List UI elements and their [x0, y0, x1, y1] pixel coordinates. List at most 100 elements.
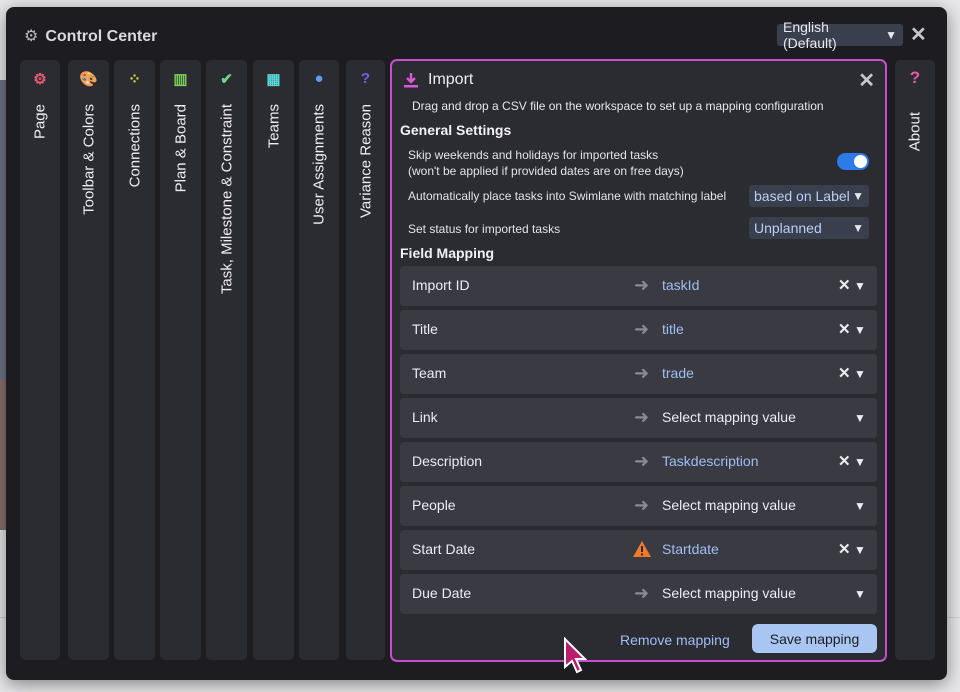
status-label: Set status for imported tasks: [408, 222, 561, 236]
mapping-row[interactable]: Title ➜ title ✕ ▼: [400, 310, 877, 350]
status-value: Unplanned: [754, 220, 822, 236]
swimlane-value: based on Label: [754, 188, 850, 204]
swimlane-label: Automatically place tasks into Swimlane …: [408, 189, 727, 203]
user-icon: ●: [314, 70, 324, 87]
mapping-row[interactable]: Start Date Startdate ✕ ▼: [400, 530, 877, 570]
tab-label: Variance Reason: [357, 104, 374, 218]
chevron-down-icon: ▼: [885, 28, 897, 42]
mapping-field-name: Link: [412, 409, 438, 425]
chevron-down-icon[interactable]: ▼: [854, 540, 866, 560]
skip-weekends-toggle[interactable]: [837, 153, 869, 170]
mapping-field-name: Due Date: [412, 585, 472, 601]
mapping-row[interactable]: People ➜ Select mapping value ▼: [400, 486, 877, 526]
clear-mapping-icon[interactable]: ✕: [838, 452, 851, 470]
tab-label: Connections: [126, 104, 143, 188]
tab-user-assignments[interactable]: ● User Assignments: [299, 60, 339, 660]
download-icon: [404, 73, 418, 88]
skip-weekends-label: Skip weekends and holidays for imported …: [408, 147, 684, 179]
chevron-down-icon[interactable]: ▼: [854, 408, 866, 428]
chevron-down-icon: ▼: [852, 221, 864, 235]
tab-label: Toolbar & Colors: [80, 104, 97, 215]
tab-label: Plan & Board: [172, 104, 189, 193]
swimlane-select[interactable]: based on Label ▼: [749, 185, 869, 207]
mapping-row[interactable]: Description ➜ Taskdescription ✕ ▼: [400, 442, 877, 482]
chevron-down-icon[interactable]: ▼: [854, 276, 866, 296]
remove-mapping-button[interactable]: Remove mapping: [620, 632, 730, 648]
gears-icon: ⚙: [33, 71, 47, 88]
toggle-knob: [854, 155, 867, 168]
close-import-button[interactable]: ✕: [858, 71, 875, 91]
board-icon: ▥: [173, 71, 188, 88]
tab-connections[interactable]: ⁘ Connections: [114, 60, 155, 660]
warning-icon: [633, 541, 651, 557]
tab-toolbar-colors[interactable]: 🎨 Toolbar & Colors: [68, 60, 109, 660]
import-panel-header: Import: [402, 71, 473, 89]
arrow-right-icon: ➜: [634, 407, 650, 427]
skip-weekends-line1: Skip weekends and holidays for imported …: [408, 148, 659, 162]
mapping-row[interactable]: Link ➜ Select mapping value ▼: [400, 398, 877, 438]
arrow-right-icon: ➜: [634, 275, 650, 295]
tab-about[interactable]: ? About: [895, 60, 935, 660]
clear-mapping-icon[interactable]: ✕: [838, 276, 851, 294]
building-icon: ▦: [266, 71, 281, 88]
import-title: Import: [428, 71, 474, 88]
chevron-down-icon[interactable]: ▼: [854, 496, 866, 516]
status-select[interactable]: Unplanned ▼: [749, 217, 869, 239]
skip-weekends-line2: (won't be applied if provided dates are …: [408, 164, 684, 178]
mapping-value[interactable]: Select mapping value: [662, 497, 796, 513]
language-value: English (Default): [783, 19, 837, 51]
mapping-field-name: People: [412, 497, 456, 513]
mouse-cursor: [564, 637, 587, 674]
tab-task-milestone-constraint[interactable]: ✔ Task, Milestone & Constraint: [206, 60, 247, 660]
palette-icon: 🎨: [79, 71, 98, 88]
mapping-value[interactable]: taskId: [662, 277, 699, 293]
mapping-field-name: Team: [412, 365, 447, 381]
language-select[interactable]: English (Default) ▼: [777, 19, 903, 51]
arrow-right-icon: ➜: [634, 495, 650, 515]
mapping-value[interactable]: Taskdescription: [662, 453, 759, 469]
tab-plan-board[interactable]: ▥ Plan & Board: [160, 60, 201, 660]
mapping-value[interactable]: Select mapping value: [662, 585, 796, 601]
mapping-row[interactable]: Due Date ➜ Select mapping value ▼: [400, 574, 877, 614]
tab-about-label: About: [906, 112, 924, 152]
close-window-button[interactable]: ✕: [910, 25, 927, 45]
arrow-right-icon: ➜: [634, 363, 650, 383]
save-mapping-button[interactable]: Save mapping: [752, 624, 877, 653]
task-check-icon: ✔: [220, 71, 233, 88]
mapping-field-name: Start Date: [412, 541, 476, 557]
mapping-row[interactable]: Team ➜ trade ✕ ▼: [400, 354, 877, 394]
window-titlebar: ⚙ Control Center: [24, 25, 157, 49]
gears-icon: ⚙: [24, 28, 39, 45]
chevron-down-icon: ▼: [852, 189, 864, 203]
arrow-right-icon: ➜: [634, 319, 650, 339]
window-title: Control Center: [45, 28, 158, 45]
control-center-window: ⚙ Control Center English (Default) ▼ ✕ ⚙…: [6, 7, 947, 680]
tab-teams[interactable]: ▦ Teams: [253, 60, 294, 660]
tab-variance-reason[interactable]: ? Variance Reason: [346, 60, 385, 660]
mapping-value[interactable]: Startdate: [662, 541, 719, 557]
question-icon: ?: [909, 68, 921, 87]
tab-page[interactable]: ⚙ Page: [20, 60, 60, 660]
import-panel: Import ✕ Drag and drop a CSV file on the…: [390, 59, 887, 662]
arrow-right-icon: ➜: [634, 451, 650, 471]
mapping-field-name: Description: [412, 453, 483, 469]
mapping-value[interactable]: title: [662, 321, 684, 337]
clear-mapping-icon[interactable]: ✕: [838, 364, 851, 382]
mapping-field-name: Title: [412, 321, 438, 337]
arrow-right-icon: ➜: [634, 583, 650, 603]
chevron-down-icon[interactable]: ▼: [854, 364, 866, 384]
connections-icon: ⁘: [128, 71, 141, 88]
chevron-down-icon[interactable]: ▼: [854, 584, 866, 604]
tab-label: User Assignments: [310, 104, 328, 225]
field-mapping-title: Field Mapping: [400, 245, 495, 261]
mapping-value[interactable]: trade: [662, 365, 694, 381]
tab-label: Page: [31, 104, 49, 140]
clear-mapping-icon[interactable]: ✕: [838, 320, 851, 338]
chevron-down-icon[interactable]: ▼: [854, 452, 866, 472]
mapping-row[interactable]: Import ID ➜ taskId ✕ ▼: [400, 266, 877, 306]
chevron-down-icon[interactable]: ▼: [854, 320, 866, 340]
general-settings-title: General Settings: [400, 122, 512, 138]
tab-label: Teams: [265, 104, 282, 149]
clear-mapping-icon[interactable]: ✕: [838, 540, 851, 558]
mapping-value[interactable]: Select mapping value: [662, 409, 796, 425]
